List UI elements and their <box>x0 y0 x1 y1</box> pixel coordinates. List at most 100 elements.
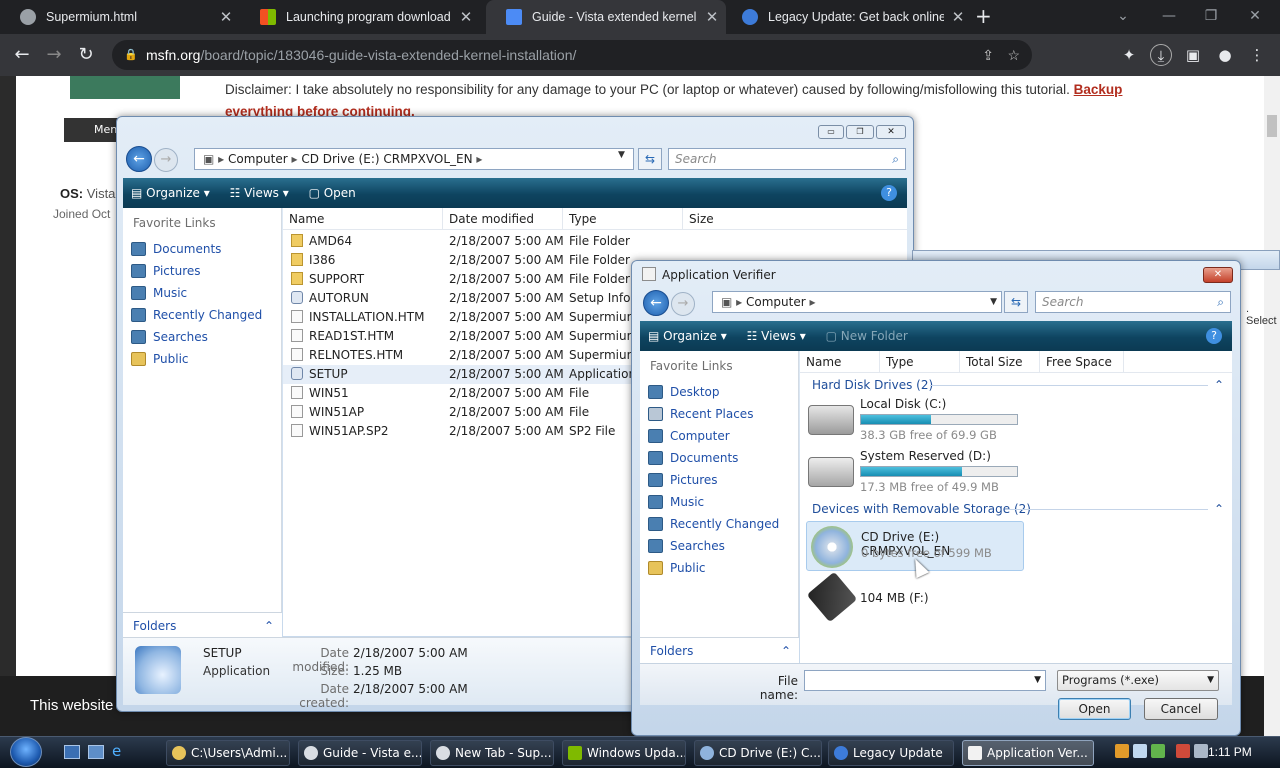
nav-link-public[interactable]: Public <box>123 348 281 370</box>
member-menu-button[interactable]: Men <box>64 118 124 142</box>
nav-link-pictures[interactable]: Pictures <box>640 469 798 491</box>
nav-link-public[interactable]: Public <box>640 557 798 579</box>
security-icon[interactable] <box>1151 744 1165 758</box>
switch-windows-icon[interactable] <box>88 745 104 759</box>
back-icon[interactable]: ← <box>126 146 152 172</box>
help-icon[interactable]: ? <box>881 185 897 201</box>
action-center-icon[interactable] <box>1176 744 1190 758</box>
breadcrumb-cd-drive[interactable]: CD Drive (E:) CRMPXVOL_EN <box>301 152 472 166</box>
refresh-icon[interactable]: ⇆ <box>638 148 662 170</box>
extension-icon[interactable]: ✦ <box>1118 44 1140 66</box>
nav-link-desktop[interactable]: Desktop <box>640 381 798 403</box>
browser-tab-guide[interactable]: Guide - Vista extended kernel ins ✕ <box>486 0 726 34</box>
browser-tab-legacy-update[interactable]: Legacy Update: Get back online ✕ <box>722 0 972 34</box>
address-dropdown-icon[interactable]: ▼ <box>618 150 625 160</box>
download-icon[interactable]: ⤓ <box>1150 44 1172 66</box>
explorer-maximize-icon[interactable]: ❐ <box>846 125 874 139</box>
nav-link-music[interactable]: Music <box>640 491 798 513</box>
forward-icon[interactable]: → <box>42 44 66 66</box>
file-row[interactable]: AMD64 2/18/2007 5:00 AM File Folder <box>283 232 907 251</box>
breadcrumb-computer[interactable]: Computer <box>228 152 288 166</box>
drive-system-reserved-d[interactable]: System Reserved (D:) 17.3 MB free of 49.… <box>800 447 1232 497</box>
share-icon[interactable]: ⇪ <box>982 40 994 70</box>
search-icon[interactable]: ⌕ <box>892 149 899 169</box>
column-date-modified[interactable]: Date modified <box>443 208 563 230</box>
taskbar-item-windows-update[interactable]: Windows Upda... <box>562 740 686 766</box>
taskbar-clock[interactable]: 1:11 PM <box>1208 745 1252 759</box>
file-type-select[interactable]: Programs (*.exe) ▼ <box>1057 670 1219 691</box>
organize-button[interactable]: ▤ Organize ▾ <box>640 321 735 351</box>
sidebar-icon[interactable]: ▣ <box>1182 44 1204 66</box>
minimize-icon[interactable]: — <box>1146 0 1192 32</box>
file-name-input[interactable]: ▼ <box>804 670 1046 691</box>
open-button[interactable]: ▢ Open <box>301 178 364 208</box>
group-removable-storage[interactable]: Devices with Removable Storage (2) ⌃ <box>800 499 1232 519</box>
column-free-space[interactable]: Free Space <box>1040 351 1124 373</box>
nav-link-recently-changed[interactable]: Recently Changed <box>123 304 281 326</box>
help-icon[interactable]: ? <box>1206 328 1222 344</box>
refresh-icon[interactable]: ⇆ <box>1004 291 1028 313</box>
nav-link-music[interactable]: Music <box>123 282 281 304</box>
breadcrumb-computer[interactable]: Computer <box>746 295 806 309</box>
start-button[interactable] <box>10 737 42 767</box>
explorer-minimize-icon[interactable]: ▭ <box>818 125 844 139</box>
column-total-size[interactable]: Total Size <box>960 351 1040 373</box>
group-hard-disk-drives[interactable]: Hard Disk Drives (2) ⌃ <box>800 375 1232 395</box>
browser-tab-launching[interactable]: Launching program download \ ✕ <box>240 0 480 34</box>
nav-link-recent-places[interactable]: Recent Places <box>640 403 798 425</box>
new-tab-button[interactable]: + <box>975 4 992 28</box>
back-icon[interactable]: ← <box>643 290 669 316</box>
cancel-button[interactable]: Cancel <box>1144 698 1218 720</box>
scrollbar-thumb[interactable] <box>1267 115 1277 137</box>
folders-toggle[interactable]: Folders ⌃ <box>123 612 282 638</box>
bookmark-star-icon[interactable]: ☆ <box>1007 40 1020 70</box>
views-button[interactable]: ☷ Views ▾ <box>222 178 297 208</box>
dialog-search-input[interactable]: Search ⌕ <box>1035 291 1231 313</box>
shield-icon[interactable] <box>1115 744 1129 758</box>
open-file-button[interactable]: Open <box>1058 698 1131 720</box>
back-icon[interactable]: ← <box>10 44 34 66</box>
dialog-address-bar[interactable]: ▣ ▸ Computer ▸ ▼ <box>712 291 1002 313</box>
volume-icon[interactable] <box>1194 744 1208 758</box>
restore-icon[interactable]: ❐ <box>1188 0 1234 32</box>
column-size[interactable]: Size <box>683 208 763 230</box>
column-name[interactable]: Name <box>800 351 880 373</box>
taskbar-item-new-tab[interactable]: New Tab - Sup... <box>430 740 554 766</box>
reload-icon[interactable]: ↻ <box>74 44 98 66</box>
explorer-search-input[interactable]: Search ⌕ <box>668 148 906 170</box>
close-window-icon[interactable]: ✕ <box>1232 0 1278 32</box>
menu-kebab-icon[interactable]: ⋮ <box>1246 44 1268 66</box>
explorer-close-icon[interactable]: ✕ <box>876 125 906 139</box>
nav-link-searches[interactable]: Searches <box>640 535 798 557</box>
close-tab-icon[interactable]: ✕ <box>944 8 972 26</box>
search-icon[interactable]: ⌕ <box>1217 292 1224 312</box>
drive-local-disk-c[interactable]: Local Disk (C:) 38.3 GB free of 69.9 GB <box>800 395 1232 445</box>
dialog-close-icon[interactable]: ✕ <box>1203 267 1233 283</box>
drive-usb-f[interactable]: 104 MB (F:) <box>800 571 1232 623</box>
organize-button[interactable]: ▤ Organize ▾ <box>123 178 218 208</box>
address-bar[interactable]: 🔒 msfn.org/board/topic/183046-guide-vist… <box>112 40 1032 70</box>
address-dropdown-icon[interactable]: ▼ <box>990 292 997 312</box>
internet-explorer-icon[interactable]: e <box>112 743 128 759</box>
nav-link-documents[interactable]: Documents <box>123 238 281 260</box>
page-scrollbar[interactable] <box>1264 76 1280 736</box>
nav-link-pictures[interactable]: Pictures <box>123 260 281 282</box>
tab-search-chevron-icon[interactable]: ⌄ <box>1100 0 1146 32</box>
nav-link-computer[interactable]: Computer <box>640 425 798 447</box>
nav-link-recently-changed[interactable]: Recently Changed <box>640 513 798 535</box>
nav-link-searches[interactable]: Searches <box>123 326 281 348</box>
taskbar-item-legacy-update[interactable]: Legacy Update <box>828 740 954 766</box>
column-type[interactable]: Type <box>880 351 960 373</box>
taskbar-item-explorer-users[interactable]: C:\Users\Admi... <box>166 740 290 766</box>
forward-icon[interactable]: → <box>154 148 178 172</box>
folders-toggle[interactable]: Folders ⌃ <box>640 637 799 663</box>
column-type[interactable]: Type <box>563 208 683 230</box>
profile-icon[interactable]: ● <box>1214 44 1236 66</box>
explorer-address-bar[interactable]: ▣ ▸ Computer ▸ CD Drive (E:) CRMPXVOL_EN… <box>194 148 634 170</box>
taskbar-item-application-verifier[interactable]: Application Ver... <box>962 740 1094 766</box>
column-name[interactable]: Name <box>283 208 443 230</box>
taskbar-item-cd-drive[interactable]: CD Drive (E:) C... <box>694 740 822 766</box>
network-icon[interactable] <box>1133 744 1147 758</box>
close-tab-icon[interactable]: ✕ <box>212 8 240 26</box>
forward-icon[interactable]: → <box>671 292 695 316</box>
